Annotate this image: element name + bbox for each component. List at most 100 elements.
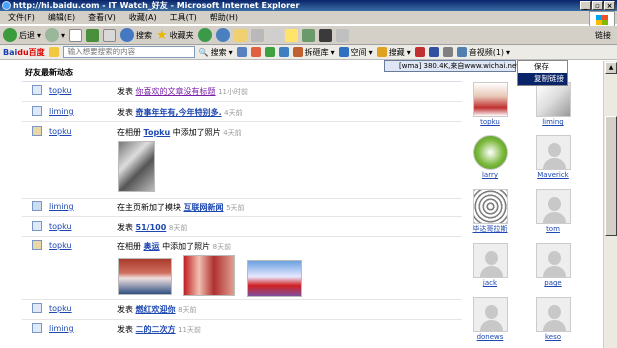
media-icon[interactable] [197,28,212,42]
default-avatar-icon[interactable] [535,297,571,332]
pen-icon[interactable] [428,47,439,57]
friend-name[interactable]: Maverick [533,171,573,179]
friend-name[interactable]: tom [533,225,573,233]
friend-card[interactable]: topku [470,82,510,126]
news-icon[interactable] [236,47,247,57]
baidu-options-icon[interactable] [48,47,59,57]
close-button[interactable]: × [604,1,615,10]
scroll-up-icon[interactable]: ▲ [605,62,617,74]
edit-icon[interactable] [267,28,281,42]
research-icon[interactable] [318,28,332,42]
feed-user[interactable]: topku [49,304,72,313]
image-icon[interactable] [264,47,275,57]
friend-name[interactable]: jack [470,279,510,287]
menu-tools[interactable]: 工具(T) [170,12,197,23]
friend-card[interactable]: larry [470,135,510,179]
default-avatar-icon[interactable] [535,189,571,224]
default-avatar-icon[interactable] [535,135,571,170]
media-popup[interactable]: [wma] 380.4K,来自www.wichai.net ▸ [384,60,525,72]
links-label[interactable]: 链接 [595,30,611,41]
feed-user[interactable]: topku [49,222,72,231]
menu-view[interactable]: 查看(V) [88,12,116,23]
home-icon[interactable] [103,28,117,42]
album-photo[interactable] [118,258,172,295]
friend-avatar[interactable] [472,135,508,170]
music-button[interactable]: 音视频(1) ▾ [456,47,510,58]
default-avatar-icon[interactable] [472,243,508,278]
context-menu-save[interactable]: 保存 [518,61,567,73]
highlight-icon[interactable] [414,47,425,57]
know-icon[interactable] [278,47,289,57]
default-avatar-icon[interactable] [472,297,508,332]
friend-card[interactable]: liming [533,82,573,126]
messenger-icon[interactable] [301,28,315,42]
friend-avatar[interactable] [472,82,508,117]
settings-icon[interactable] [442,47,453,57]
friend-card[interactable]: jack [470,243,510,287]
minimize-button[interactable]: _ [580,1,591,10]
friend-avatar[interactable] [535,82,571,117]
default-avatar-icon[interactable] [535,243,571,278]
back-button[interactable]: 后退 ▾ [3,28,41,42]
scroll-thumb[interactable] [605,116,617,236]
feed-user[interactable]: liming [49,107,74,116]
feed-link[interactable]: 51/100 [136,223,167,232]
friend-card[interactable]: tom [533,189,573,233]
feed-link[interactable]: 奇事年年有,今年特别多. [136,108,222,117]
friend-card[interactable]: donews [470,297,510,341]
feed-user[interactable]: topku [49,241,72,250]
friend-name[interactable]: page [533,279,573,287]
print-icon[interactable] [250,28,264,42]
album-photo[interactable] [183,255,235,296]
friend-name[interactable]: donews [470,333,510,341]
friend-name[interactable]: liming [533,118,573,126]
feed-user[interactable]: liming [49,202,74,211]
context-menu-copy-link[interactable]: 复制链接 [518,73,567,85]
search-button[interactable]: 搜索 [120,28,152,42]
feed-link[interactable]: Topku [144,128,171,137]
friend-card[interactable]: Maverick [533,135,573,179]
restore-button[interactable]: ▫ [592,1,603,10]
friend-name[interactable]: keso [533,333,573,341]
refresh-icon[interactable] [86,28,100,42]
forward-button[interactable]: ▾ [45,28,65,42]
menu-favorites[interactable]: 收藏(A) [129,12,157,23]
favorites-button[interactable]: ★ 收藏夹 [156,28,194,43]
space-button[interactable]: 空间 ▾ [338,47,373,58]
feed-user[interactable]: topku [49,86,72,95]
friend-name[interactable]: 毕达哥拉斯 [470,225,510,233]
album-photo[interactable] [118,141,155,192]
toolbox-button[interactable]: 拆砸库 ▾ [292,47,335,58]
feed-link[interactable]: 你喜欢的文章没有标题 [136,87,216,96]
feed-link[interactable]: 燃红欢迎你 [136,305,176,314]
web-icon[interactable] [250,47,261,57]
friend-name[interactable]: topku [470,118,510,126]
folder-icon[interactable] [284,28,298,42]
feed-user[interactable]: liming [49,324,74,333]
friend-avatar[interactable] [472,189,508,224]
menu-help[interactable]: 帮助(H) [210,12,238,23]
menu-edit[interactable]: 编辑(E) [48,12,75,23]
plugin-icon[interactable] [335,28,349,42]
mail-icon[interactable] [233,28,247,42]
friend-card[interactable]: 毕达哥拉斯 [470,189,510,233]
vertical-scrollbar[interactable]: ▲ [603,61,617,348]
stop-icon[interactable] [69,28,83,42]
feed-link[interactable]: 互联网新闻 [184,203,224,212]
friend-card[interactable]: keso [533,297,573,341]
friend-card[interactable]: page [533,243,573,287]
baidu-logo-b: du百度 [17,47,45,57]
menu-file[interactable]: 文件(F) [8,12,35,23]
feed-link[interactable]: 奥运 [144,242,160,251]
feed-link[interactable]: 二的二次方 [136,325,176,334]
souxiang-button[interactable]: 搜藏 ▾ [376,47,411,58]
context-menu: 保存 复制链接 [517,60,568,86]
friend-name[interactable]: larry [470,171,510,179]
feed-item: liming 发表 奇事年年有,今年特别多. 4天前 [0,103,470,121]
baidu-logo[interactable]: Baidu百度 [3,47,45,58]
baidu-search-button[interactable]: 🔍 搜索 ▾ [199,47,233,58]
baidu-search-input[interactable]: 输入想要搜索的内容 [62,46,195,58]
history-icon[interactable] [215,28,230,42]
feed-user[interactable]: topku [49,127,72,136]
album-photo[interactable] [247,260,302,297]
